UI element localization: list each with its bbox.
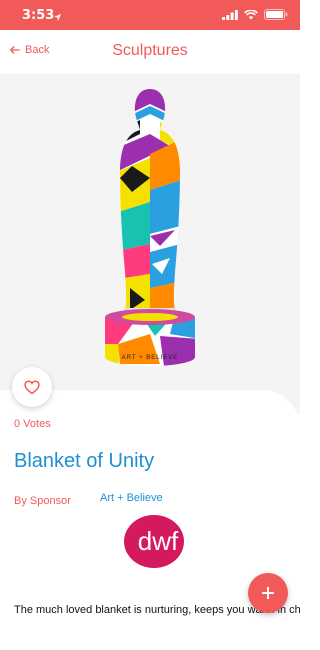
plus-icon xyxy=(262,587,274,599)
status-bar: 3:53 xyxy=(0,0,300,30)
wifi-icon xyxy=(244,9,258,19)
heart-icon xyxy=(24,379,40,394)
by-sponsor-label: By Sponsor xyxy=(14,495,71,507)
vote-count: 0 Votes xyxy=(14,418,51,430)
favorite-button[interactable] xyxy=(12,367,52,407)
add-button[interactable] xyxy=(248,573,288,613)
sculpture-base-text: ART + BELIEVE xyxy=(122,355,179,361)
status-time: 3:53 xyxy=(22,8,55,23)
battery-icon xyxy=(264,9,288,20)
sponsor-logo: dwf xyxy=(124,515,190,568)
artist-name[interactable]: Art + Believe xyxy=(100,492,163,504)
navigation-bar: Back Sculptures xyxy=(0,30,300,74)
page-title: Sculptures xyxy=(112,42,188,59)
signal-icon xyxy=(222,9,238,20)
sculpture-title: Blanket of Unity xyxy=(14,450,155,472)
status-icons xyxy=(222,9,288,20)
location-arrow-icon xyxy=(53,9,62,27)
sculpture-image: ART + BELIEVE xyxy=(0,74,300,414)
sponsor-logo-text: dwf xyxy=(138,526,179,556)
